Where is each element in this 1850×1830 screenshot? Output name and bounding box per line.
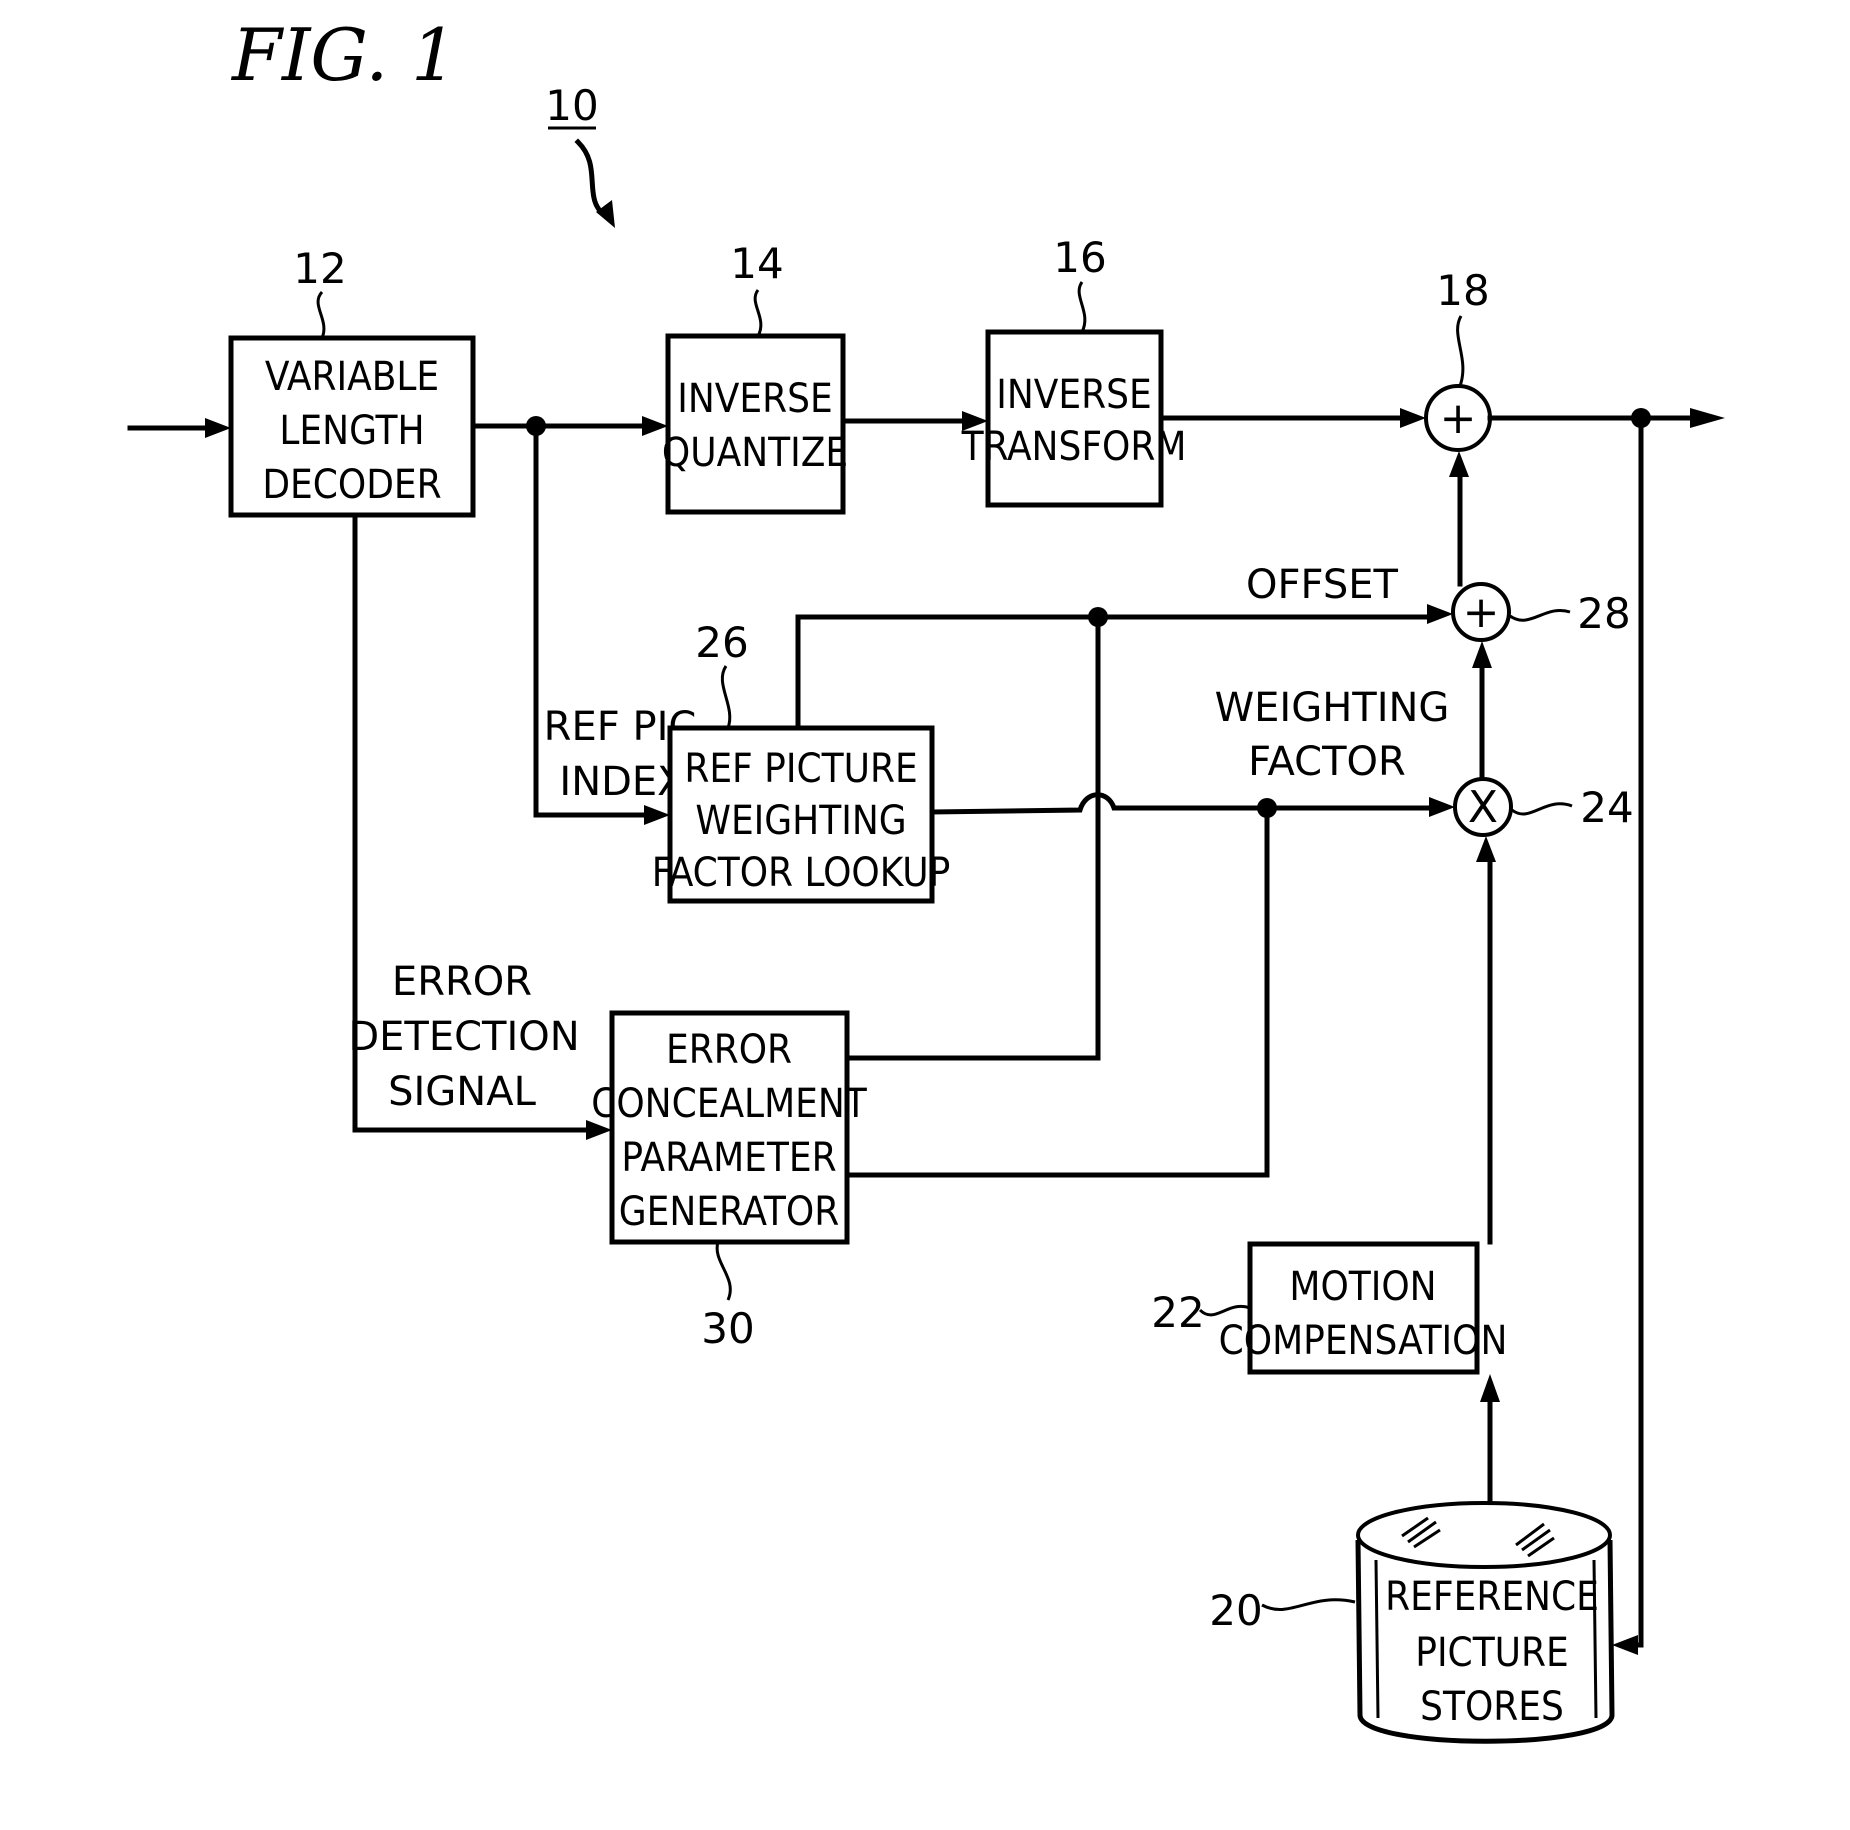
rps-ref-label: 20 [1209, 1586, 1262, 1635]
weighting-factor-line [929, 792, 1440, 815]
rpwfl-line-3: FACTOR LOOKUP [652, 850, 951, 896]
block-motion-compensation: MOTION COMPENSATION [1219, 1241, 1508, 1375]
ref-pic-index-label-2: INDEX [559, 759, 684, 805]
adder-offset-input-arrowhead [1427, 604, 1453, 624]
adder-main-bottom-arrowhead [1449, 451, 1469, 477]
ecpg-leader [715, 1241, 732, 1301]
vld-line-3: DECODER [262, 462, 441, 508]
rps-line-3: STORES [1420, 1684, 1564, 1730]
offset-label: OFFSET [1246, 562, 1398, 608]
ref-pic-index-line [533, 423, 653, 818]
adder-offset-bottom-arrowhead [1472, 641, 1492, 668]
error-detection-label-2: DETECTION [348, 1014, 579, 1060]
adder-offset-symbol: + [1463, 587, 1500, 638]
mc-ref-label: 22 [1151, 1288, 1204, 1337]
multiplier-bottom-arrowhead [1476, 836, 1496, 862]
mc-input-arrowhead [1480, 1374, 1500, 1402]
ecpg-line-4: GENERATOR [619, 1189, 839, 1235]
rps-line-1: REFERENCE [1385, 1574, 1599, 1620]
vld-ref-label: 12 [293, 244, 346, 293]
block-inverse-transform: INVERSE TRANSFORM [961, 329, 1187, 508]
adder-main-ref-label: 18 [1436, 266, 1489, 315]
multiplier: X [1453, 777, 1513, 837]
output-arrowhead [1690, 408, 1725, 428]
iq-line-1: INVERSE [677, 376, 832, 422]
iq-leader [753, 289, 763, 337]
iq-ref-label: 14 [730, 239, 783, 288]
adder-offset-ref-label: 28 [1577, 589, 1630, 638]
weighting-factor-label-2: FACTOR [1248, 739, 1406, 785]
adder-offset: + [1451, 582, 1511, 642]
block-error-concealment-parameter-generator: ERROR CONCEALMENT PARAMETER GENERATOR [591, 1010, 868, 1245]
system-ref-arrowhead [596, 200, 615, 228]
system-ref-label: 10 [545, 81, 598, 130]
adder-offset-leader [1509, 608, 1571, 622]
block-ref-picture-weighting-factor-lookup: REF PICTURE WEIGHTING FACTOR LOOKUP [652, 725, 951, 904]
rpwfl-input-arrowhead [644, 805, 670, 825]
block-reference-picture-stores: REFERENCE PICTURE STORES [1355, 1501, 1615, 1744]
rpwfl-ref-label: 26 [695, 618, 748, 667]
error-detection-label-1: ERROR [392, 959, 532, 1005]
ecpg-line-3: PARAMETER [621, 1135, 836, 1181]
ecpg-line-2: CONCEALMENT [591, 1081, 868, 1127]
iq-line-2: QUANTIZE [662, 430, 848, 476]
ecpg-line-1: ERROR [666, 1027, 792, 1073]
it-leader [1077, 281, 1087, 333]
vld-line-2: LENGTH [279, 408, 424, 454]
rpwfl-leader [720, 665, 732, 729]
mc-line-2: COMPENSATION [1219, 1318, 1508, 1364]
adder-main-input-arrowhead [1400, 408, 1426, 428]
multiplier-input-arrowhead [1429, 797, 1455, 817]
rps-edge-left [1374, 1559, 1380, 1719]
multiplier-leader [1511, 802, 1573, 816]
mc-line-1: MOTION [1289, 1264, 1436, 1310]
it-ref-label: 16 [1053, 233, 1106, 282]
feedback-arrowhead [1612, 1635, 1638, 1655]
rpwfl-line-2: WEIGHTING [695, 798, 906, 844]
vld-line-1: VARIABLE [265, 354, 439, 400]
rpwfl-line-1: REF PICTURE [684, 746, 917, 792]
input-arrowhead [205, 418, 231, 438]
multiplier-symbol: X [1468, 782, 1498, 833]
mc-leader [1198, 1304, 1251, 1317]
error-detection-label-3: SIGNAL [388, 1069, 536, 1115]
block-diagram: FIG. 1 10 VARIABLE LENGTH DECODER 12 INV… [127, 13, 1725, 1744]
it-line-1: INVERSE [996, 372, 1151, 418]
vld-leader [316, 290, 326, 339]
adder-main-leader [1456, 315, 1465, 387]
block-variable-length-decoder: VARIABLE LENGTH DECODER [228, 335, 476, 518]
figure-title: FIG. 1 [230, 13, 457, 97]
block-inverse-quantize: INVERSE QUANTIZE [662, 333, 848, 515]
multiplier-ref-label: 24 [1580, 783, 1633, 832]
it-line-2: TRANSFORM [961, 424, 1187, 470]
ecpg-ref-label: 30 [701, 1304, 754, 1353]
feedback-line [1627, 415, 1644, 1648]
adder-main: + [1424, 384, 1492, 452]
rps-leader [1261, 1598, 1356, 1611]
weighting-factor-label-1: WEIGHTING [1215, 685, 1450, 731]
rps-line-2: PICTURE [1415, 1630, 1569, 1676]
adder-main-symbol: + [1440, 393, 1477, 444]
